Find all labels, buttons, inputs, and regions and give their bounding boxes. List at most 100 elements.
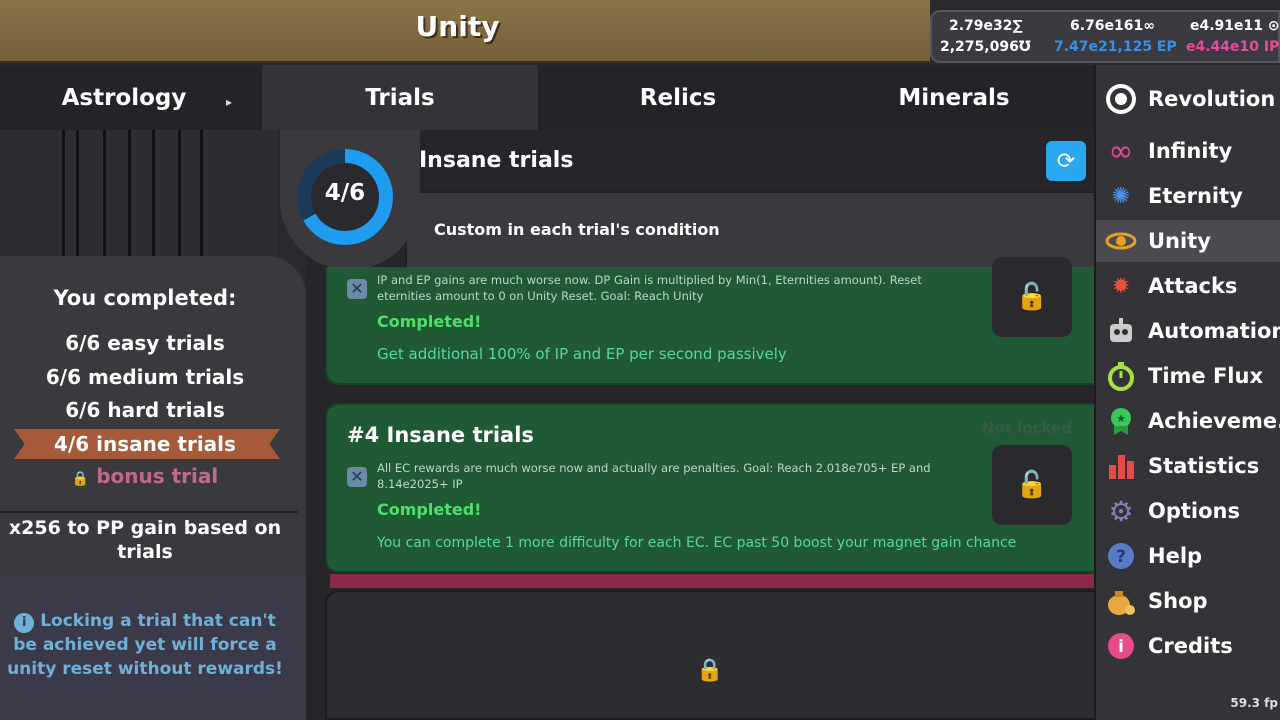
menu-label: Statistics	[1148, 454, 1260, 478]
menu-item-options[interactable]: ⚙ Options	[1096, 490, 1280, 532]
menu-label: Infinity	[1148, 139, 1233, 163]
close-icon[interactable]: ✕	[347, 467, 367, 487]
trial-title: #4 Insane trials	[347, 423, 534, 447]
divider-bar	[330, 574, 1094, 588]
refresh-button[interactable]: ⟳	[1046, 141, 1086, 181]
currency-ep: 7.47e21,125 EP	[1054, 39, 1177, 55]
info-note-text: i Locking a trial that can't be achieved …	[0, 609, 290, 681]
locked-trial-card	[325, 590, 1094, 720]
trial-description: All EC rewards are much worse now and ac…	[377, 461, 931, 491]
tab-bar: Astrology ▸ Trials Relics Minerals	[0, 65, 1094, 130]
condition-text: Custom in each trial's condition	[434, 220, 720, 239]
gear-icon: ⚙	[1108, 494, 1134, 528]
currency-panel: 2.79e32∑ 6.76e161∞ e4.91e11 ⊙ 2,275,096Ʊ…	[930, 10, 1280, 63]
lock-icon: 🔒	[71, 471, 90, 487]
automations-icon	[1104, 314, 1138, 348]
currency-ip: e4.44e10 IP	[1186, 39, 1280, 55]
menu-label: Attacks	[1148, 274, 1238, 298]
app-root: Unity 2.79e32∑ 6.76e161∞ e4.91e11 ⊙ 2,27…	[0, 0, 1280, 720]
lock-toggle-button[interactable]: 🔓	[992, 257, 1072, 337]
trial-status: Completed!	[377, 312, 482, 331]
menu-item-achievements[interactable]: ★ Achieveme..	[1096, 400, 1280, 442]
help-icon: ?	[1104, 539, 1138, 573]
insane-trials-count: 4/6 insane trials	[54, 432, 236, 456]
lock-toggle-button[interactable]: 🔓	[992, 445, 1072, 525]
currency-infinity: 6.76e161∞	[1070, 18, 1155, 34]
svg-text:?: ?	[1116, 547, 1126, 567]
menu-label: Unity	[1148, 229, 1211, 253]
page-title: Unity	[415, 10, 500, 43]
bonus-trial-label: bonus trial	[96, 464, 219, 488]
divider	[0, 511, 298, 513]
unlock-icon: 🔓	[1015, 470, 1049, 500]
svg-text:★: ★	[1116, 412, 1126, 425]
menu-label: Achieveme..	[1148, 409, 1280, 433]
currency-sum: 2.79e32∑	[949, 18, 1023, 34]
tab-trials[interactable]: Trials	[262, 65, 538, 130]
revolution-icon	[1104, 82, 1138, 116]
trial-reward: You can complete 1 more difficulty for e…	[377, 535, 1017, 551]
menu-label: Help	[1148, 544, 1203, 568]
menu-item-infinity[interactable]: ∞ Infinity	[1096, 130, 1280, 172]
statistics-icon	[1104, 449, 1138, 483]
menu-item-shop[interactable]: Shop	[1096, 580, 1280, 622]
tab-minerals[interactable]: Minerals	[816, 65, 1092, 130]
menu-item-statistics[interactable]: Statistics	[1096, 445, 1280, 487]
menu-label: Shop	[1148, 589, 1208, 613]
easy-trials-count: 6/6 easy trials	[65, 331, 225, 355]
achievement-icon: ★	[1104, 404, 1138, 438]
fps-counter: 59.3 fp	[1230, 696, 1278, 710]
menu-label: Automations	[1148, 319, 1280, 343]
condition-box: Custom in each trial's condition	[405, 191, 1094, 267]
progress-ring-text: 4/6	[324, 180, 366, 206]
close-icon[interactable]: ✕	[347, 279, 367, 299]
menu-item-eternity[interactable]: ✺ Eternity	[1096, 175, 1280, 217]
eternity-icon: ✺	[1111, 183, 1131, 209]
trial-description: IP and EP gains are much worse now. DP G…	[377, 273, 922, 303]
header-bar: Unity	[0, 0, 930, 63]
tab-astrology[interactable]: Astrology	[0, 65, 248, 130]
menu-item-help[interactable]: ? Help	[1096, 535, 1280, 577]
lock-state-label: Not locked	[982, 419, 1073, 437]
menu-item-revolution[interactable]: Revolution	[1096, 78, 1280, 120]
infinity-icon: ∞	[1108, 133, 1134, 169]
tab-relics[interactable]: Relics	[540, 65, 816, 130]
trial-status: Completed!	[377, 500, 482, 519]
menu-label: Time Flux	[1148, 364, 1263, 388]
menu-item-attacks[interactable]: ✹ Attacks	[1096, 265, 1280, 307]
currency-revolution: e4.91e11 ⊙	[1190, 18, 1280, 34]
info-icon: i	[14, 613, 35, 633]
menu-label: Options	[1148, 499, 1240, 523]
menu-item-credits[interactable]: i Credits	[1096, 625, 1280, 667]
credits-icon: i	[1104, 629, 1138, 663]
completion-panel: You completed: 6/6 easy trials 6/6 mediu…	[0, 256, 306, 576]
refresh-icon: ⟳	[1056, 148, 1076, 174]
menu-label: Eternity	[1148, 184, 1243, 208]
menu-label: Credits	[1148, 634, 1233, 658]
currency-unity: 2,275,096Ʊ	[940, 39, 1031, 55]
trial-card-4: #4 Insane trials Not locked ✕ All EC rew…	[325, 403, 1094, 573]
medium-trials-count: 6/6 medium trials	[45, 365, 245, 389]
bonus-trial: 🔒 bonus trial	[0, 464, 290, 488]
menu-item-automations[interactable]: Automations	[1096, 310, 1280, 352]
info-note: i Locking a trial that can't be achieved …	[0, 576, 306, 720]
info-note-label: Locking a trial that can't be achieved y…	[7, 611, 283, 679]
time-flux-icon	[1104, 359, 1138, 393]
left-decoration	[0, 130, 278, 260]
attacks-icon: ✹	[1111, 273, 1131, 299]
menu-item-unity[interactable]: Unity	[1096, 220, 1280, 262]
menu-label: Revolution	[1148, 87, 1276, 111]
pp-bonus-text: x256 to PP gain based on trials	[8, 517, 282, 563]
menu-item-time-flux[interactable]: Time Flux	[1096, 355, 1280, 397]
trials-title: Insane trials	[419, 148, 574, 173]
lock-icon: 🔒	[696, 658, 724, 683]
trial-card-3: ✕ IP and EP gains are much worse now. DP…	[325, 257, 1094, 385]
trial-reward: Get additional 100% of IP and EP per sec…	[377, 345, 787, 363]
hard-trials-count: 6/6 hard trials	[65, 398, 225, 422]
shop-icon	[1104, 584, 1138, 618]
main-menu: Revolution ∞ Infinity ✺ Eternity Unity ✹…	[1094, 65, 1280, 720]
unity-icon	[1104, 224, 1138, 258]
completion-title: You completed:	[53, 286, 237, 310]
unlock-icon: 🔓	[1015, 282, 1049, 312]
svg-text:i: i	[1118, 637, 1124, 657]
